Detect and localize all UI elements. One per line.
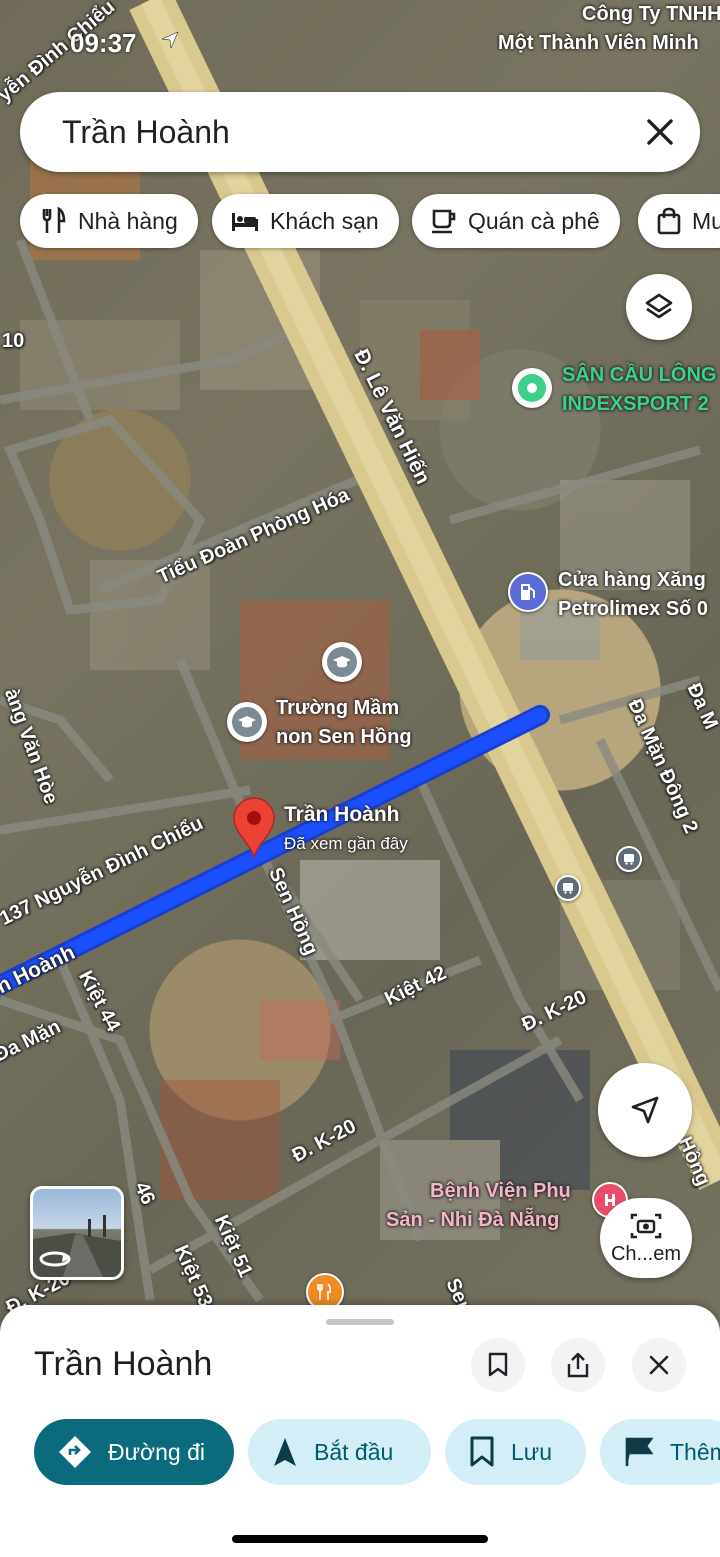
poi-label-san-cau-long-2[interactable]: INDEXSPORT 2 [562,390,709,419]
close-icon [649,1355,669,1375]
close-icon[interactable] [640,112,680,152]
poi-label-truong-1[interactable]: Trường Mầm [276,694,399,723]
save-label: Lưu [511,1438,552,1465]
chip-label: Khách sạn [270,207,379,234]
more-button[interactable]: Thêm [600,1419,720,1485]
navigation-arrow-icon [631,1096,659,1124]
bus-stop-icon-2[interactable] [555,875,581,901]
sports-pin-icon[interactable] [512,368,552,408]
location-services-icon [161,31,179,49]
camera-label: Ch...em [610,1242,682,1265]
directions-icon [59,1436,91,1468]
sheet-drag-handle[interactable] [326,1319,394,1325]
poi-label-cua-hang-2[interactable]: Petrolimex Số 0 [558,595,708,624]
search-bar[interactable]: Trần Hoành [20,92,700,172]
my-location-button[interactable] [598,1063,692,1157]
start-button[interactable]: Bắt đầu [248,1419,431,1485]
school-pin-icon-2[interactable] [227,702,267,742]
school-pin-icon[interactable] [322,642,362,682]
street-label-10: 10 [2,330,25,352]
poi-label-cong-ty-2: Một Thành Viên Minh [498,32,699,54]
shopping-bag-icon [657,207,681,235]
camera-icon [630,1213,662,1238]
restaurant-icon [42,206,66,233]
bookmark-icon [488,1352,508,1377]
chip-label: Quán cà phê [468,207,600,234]
home-indicator [232,1535,488,1543]
search-input[interactable]: Trần Hoành [62,114,230,151]
street-view-image [33,1215,121,1277]
start-label: Bắt đầu [314,1438,394,1465]
poi-label-san-cau-long-1[interactable]: SÂN CẦU LÔNG [562,361,716,390]
poi-label-benh-vien-2[interactable]: Sản - Nhi Đà Nẵng [386,1206,559,1235]
status-time: 09:37 [70,28,137,58]
chip-coffee[interactable]: Quán cà phê [412,194,620,248]
save-button[interactable]: Lưu [445,1419,586,1485]
close-sheet-button[interactable] [632,1338,686,1392]
poi-label-truong-2[interactable]: non Sen Hồng [276,723,412,752]
layers-button[interactable] [626,274,692,340]
selected-pin-subtitle: Đã xem gần đây [284,834,408,853]
directions-label: Đường đi [108,1438,205,1465]
camera-search-button[interactable]: Ch...em [600,1198,692,1278]
chip-shopping[interactable]: Mu [638,194,720,248]
hotel-icon [232,213,258,231]
layers-icon [645,293,673,319]
share-icon [567,1352,589,1378]
poi-label-benh-vien-1[interactable]: Bệnh Viện Phụ [430,1177,571,1206]
bus-stop-icon[interactable] [616,846,642,872]
place-bottom-sheet[interactable]: Trần Hoành Đường đi Bắt đầu Lưu Thêm [0,1305,720,1557]
save-icon-button[interactable] [471,1338,525,1392]
place-title: Trần Hoành [34,1345,213,1383]
chip-restaurants[interactable]: Nhà hàng [20,194,198,248]
chip-label: Mu [692,207,720,234]
coffee-icon [432,209,456,234]
chip-label: Nhà hàng [78,207,178,234]
share-button[interactable] [551,1338,605,1392]
chip-hotels[interactable]: Khách sạn [212,194,399,248]
fuel-pin-icon[interactable] [508,572,548,612]
street-view-thumbnail[interactable] [30,1186,124,1280]
navigation-icon [274,1438,296,1466]
more-label: Thêm [670,1438,720,1465]
poi-label-cong-ty-1: Công Ty TNHH [582,3,720,25]
selected-location-pin-icon[interactable] [232,797,276,860]
selected-pin-name[interactable]: Trần Hoành [284,800,400,829]
poi-label-cua-hang-1[interactable]: Cửa hàng Xăng [558,566,706,595]
directions-button[interactable]: Đường đi [34,1419,234,1485]
bookmark-icon [470,1436,494,1467]
flag-icon [625,1437,654,1466]
